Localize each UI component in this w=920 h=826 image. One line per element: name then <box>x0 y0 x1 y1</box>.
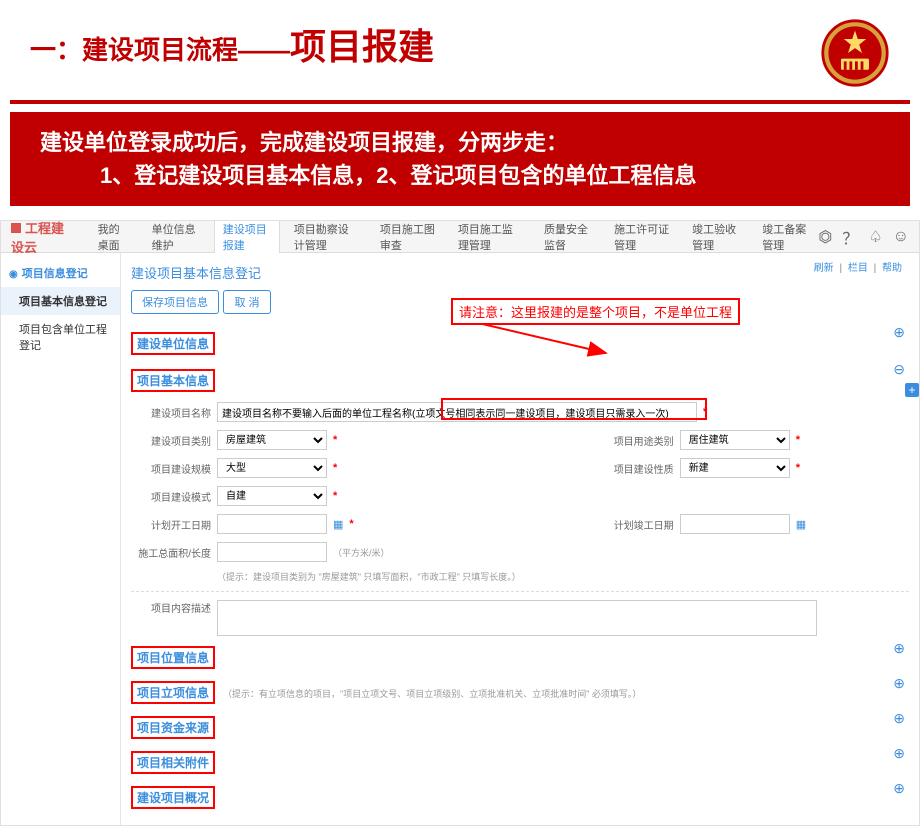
input-end-date[interactable] <box>680 514 790 534</box>
label-class: 建设项目类别 <box>131 433 211 448</box>
label-scale: 项目建设规模 <box>131 461 211 476</box>
divider <box>131 591 909 592</box>
label-project-name: 建设项目名称 <box>131 405 211 420</box>
sidebar-item-basic-info[interactable]: 项目基本信息登记 <box>1 287 120 315</box>
expand-toggle-s7[interactable]: ⊕ <box>893 780 905 797</box>
expand-toggle-s4[interactable]: ⊕ <box>893 675 905 692</box>
expand-toggle-s2[interactable]: ⊖ <box>893 361 905 378</box>
sidebar-head: 项目信息登记 <box>1 259 120 287</box>
calendar-icon[interactable]: ▦ <box>333 518 343 531</box>
form-area: 建设项目名称 * 建设项目类别 房屋建筑 * 项目建设规模 <box>131 398 909 640</box>
textarea-desc[interactable] <box>217 600 817 636</box>
input-start-date[interactable] <box>217 514 327 534</box>
slide-title-main: 项目报建 <box>290 26 434 67</box>
app-window: 工程建设云 我的桌面 单位信息维护 建设项目报建 项目勘察设计管理 项目施工图审… <box>0 220 920 826</box>
calendar-icon-2[interactable]: ▦ <box>796 518 806 531</box>
cancel-button[interactable]: 取 消 <box>223 290 270 314</box>
section-fund[interactable]: 项目资金来源 <box>131 716 215 739</box>
label-start: 计划开工日期 <box>131 517 211 532</box>
link-refresh[interactable]: 刷新 <box>814 263 834 274</box>
label-nature: 项目建设性质 <box>594 461 674 476</box>
expand-toggle-s3[interactable]: ⊕ <box>893 640 905 657</box>
label-desc: 项目内容描述 <box>131 600 211 615</box>
label-area: 施工总面积/长度 <box>131 545 211 560</box>
section-overview[interactable]: 建设项目概况 <box>131 786 215 809</box>
user-icon[interactable]: ☺ <box>893 228 909 246</box>
link-menu[interactable]: 栏目 <box>848 263 868 274</box>
section-project-basic[interactable]: 项目基本信息 <box>131 369 215 392</box>
sidebar: 项目信息登记 项目基本信息登记 项目包含单位工程登记 <box>1 253 121 825</box>
link-help[interactable]: 帮助 <box>882 263 902 274</box>
top-bar: 工程建设云 我的桌面 单位信息维护 建设项目报建 项目勘察设计管理 项目施工图审… <box>1 221 919 253</box>
page-title-meta: 刷新 | 栏目 | 帮助 <box>811 259 905 274</box>
red-divider <box>10 100 910 104</box>
label-use: 项目用途类别 <box>594 433 674 448</box>
sidebar-item-unit-works[interactable]: 项目包含单位工程登记 <box>1 315 120 359</box>
main-panel: 建设项目基本信息登记 刷新 | 栏目 | 帮助 保存项目信息 取 消 请注意：这… <box>121 253 919 825</box>
section-location[interactable]: 项目位置信息 <box>131 646 215 669</box>
banner-line2: 1、登记建设项目基本信息，2、登记项目包含的单位工程信息 <box>40 159 890 192</box>
area-unit: （平方米/米） <box>333 546 390 559</box>
section-attach[interactable]: 项目相关附件 <box>131 751 215 774</box>
brand-logo: 工程建设云 <box>11 220 74 256</box>
save-button[interactable]: 保存项目信息 <box>131 290 219 314</box>
area-hint: （提示：建设项目类别为 "房屋建筑" 只填写面积，"市政工程" 只填写长度。） <box>217 570 521 583</box>
select-class[interactable]: 房屋建筑 <box>217 430 327 450</box>
select-mode[interactable]: 自建 <box>217 486 327 506</box>
label-mode: 项目建设模式 <box>131 489 211 504</box>
expand-toggle-s1[interactable]: ⊕ <box>893 324 905 341</box>
slide-title: 一：建设项目流程——项目报建 <box>30 18 434 70</box>
banner-line1: 建设单位登录成功后，完成建设项目报建，分两步走： <box>40 130 568 155</box>
input-area[interactable] <box>217 542 327 562</box>
emblem-icon <box>820 18 890 88</box>
select-nature[interactable]: 新建 <box>680 458 790 478</box>
page-title: 建设项目基本信息登记 <box>131 259 909 290</box>
select-use[interactable]: 居住建筑 <box>680 430 790 450</box>
label-end: 计划竣工日期 <box>594 517 674 532</box>
select-scale[interactable]: 大型 <box>217 458 327 478</box>
section-unit-info[interactable]: 建设单位信息 <box>131 332 215 355</box>
expand-toggle-s6[interactable]: ⊕ <box>893 745 905 762</box>
nav-icon[interactable]: ⏣ <box>818 227 832 247</box>
callout-box: 请注意：这里报建的是整个项目，不是单位工程 <box>451 298 740 325</box>
callout-arrow <box>261 315 611 415</box>
bell-icon[interactable]: ♤ <box>868 227 882 247</box>
help-icon[interactable]: ？ <box>842 225 858 249</box>
instruction-banner: 建设单位登录成功后，完成建设项目报建，分两步走： 1、登记建设项目基本信息，2、… <box>10 112 910 206</box>
side-add-button[interactable]: + <box>905 383 919 397</box>
section-approval-hint: （提示：有立项信息的项目，"项目立项文号、项目立项级别、立项批准机关、立项批准时… <box>223 687 641 700</box>
slide-title-prefix: 一：建设项目流程—— <box>30 35 290 65</box>
section-approval[interactable]: 项目立项信息 <box>131 681 215 704</box>
expand-toggle-s5[interactable]: ⊕ <box>893 710 905 727</box>
